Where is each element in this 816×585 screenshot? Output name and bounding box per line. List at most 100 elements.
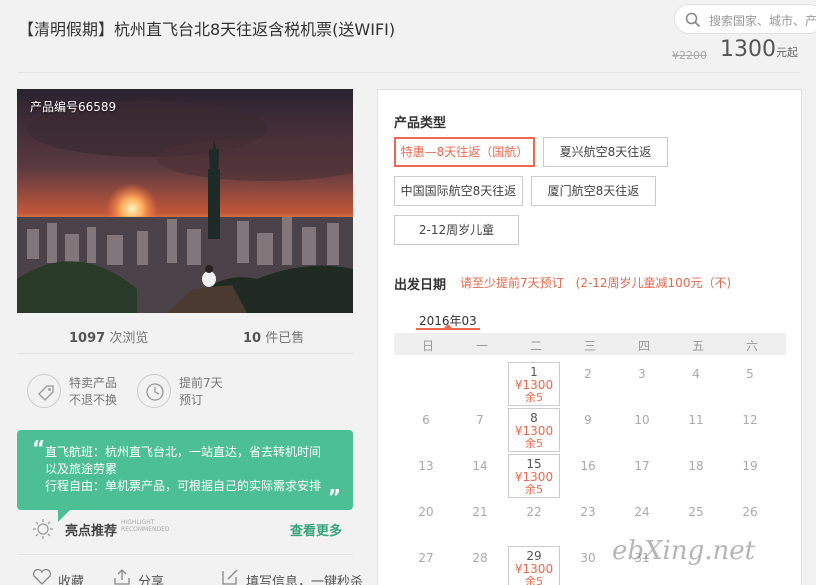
day-number: 11 [688, 413, 704, 427]
price-value: 1300 [720, 37, 776, 62]
calendar-day: 11 [670, 408, 722, 452]
day-number: 21 [472, 505, 488, 519]
bottom-action-bar: 收藏 分享 填写信息，一键秒杀 [30, 567, 363, 585]
tag-icon [27, 374, 61, 408]
page-title: 【清明假期】杭州直飞台北8天往返含税机票(送WIFI) [18, 20, 396, 39]
departure-title: 出发日期 [394, 278, 447, 293]
calendar-day: 4 [670, 362, 722, 406]
views-count: 1097 [69, 331, 106, 346]
day-number: 25 [688, 505, 704, 519]
calendar-day: 20 [400, 500, 452, 544]
product-code: 产品编号66589 [30, 100, 117, 114]
highlight-line: 直飞航班：杭州直飞台北，一站直达，省去转机时间 [45, 445, 322, 459]
product-photo[interactable] [17, 89, 353, 313]
badge-line2: 不退不换 [69, 393, 118, 407]
weekday-label: 日 [421, 339, 434, 353]
day-number: 4 [692, 367, 700, 381]
highlight-section-subtitle: HIGHLIGHT RECOMMENDED [121, 519, 170, 533]
share-button[interactable]: 分享 [138, 571, 164, 585]
edit-icon[interactable] [220, 568, 240, 585]
calendar-day: 21 [454, 500, 506, 544]
price-unit: 元起 [776, 46, 798, 59]
search-icon [685, 12, 701, 28]
calendar-day: 27 [400, 546, 452, 585]
highlight-line: 行程自由：单机票产品，可根据自己的实际需求安排 [45, 479, 322, 493]
day-number: 27 [418, 551, 434, 565]
product-option[interactable]: 厦门航空8天往返 [531, 176, 656, 206]
day-number: 26 [742, 505, 758, 519]
badge-line1: 提前7天 [179, 376, 223, 390]
badge-line1: 特卖产品 [69, 376, 118, 390]
day-number: 16 [580, 459, 596, 473]
day-number: 14 [472, 459, 488, 473]
calendar-day[interactable]: 15 ¥1300 余5 [508, 454, 560, 498]
stats-divider [17, 353, 353, 354]
day-number: 28 [472, 551, 488, 565]
taipei-sunset-image [17, 89, 353, 313]
calendar-day: 18 [670, 454, 722, 498]
calendar-day[interactable]: 8 ¥1300 余5 [508, 408, 560, 452]
section-divider [17, 554, 353, 555]
search-input[interactable]: 搜索国家、城市、产品 [674, 4, 816, 34]
day-number: 5 [746, 367, 754, 381]
highlight-section-header: 亮点推荐 HIGHLIGHT RECOMMENDED 查看更多 [30, 516, 350, 540]
quick-buy-button[interactable]: 填写信息，一键秒杀 [246, 571, 363, 585]
day-number: 7 [476, 413, 484, 427]
sold-stat: 10 件已售 [243, 327, 304, 346]
calendar-day: 7 [454, 408, 506, 452]
calendar-day: 12 [724, 408, 776, 452]
day-number: 30 [580, 551, 596, 565]
calendar-day: 2 [562, 362, 614, 406]
day-remaining: 余5 [525, 483, 543, 496]
favorite-button[interactable]: 收藏 [58, 571, 84, 585]
calendar-day: 10 [616, 408, 668, 452]
day-number: 18 [688, 459, 704, 473]
heart-icon[interactable] [32, 569, 52, 585]
calendar-day: 30 [562, 546, 614, 585]
day-number: 19 [742, 459, 758, 473]
calendar-day[interactable]: 29 ¥1300 余5 [508, 546, 560, 585]
product-option[interactable]: 中国国际航空8天往返 [394, 176, 523, 206]
share-icon[interactable] [112, 568, 132, 585]
weekday-label: 五 [691, 339, 704, 353]
views-label: 次浏览 [109, 331, 149, 346]
weekday-label: 三 [583, 339, 596, 353]
calendar-day: 16 [562, 454, 614, 498]
highlight-line: 以及旅途劳累 [45, 462, 118, 476]
day-number: 24 [634, 505, 650, 519]
current-price: 1300元起 [720, 37, 798, 62]
calendar-day: 28 [454, 546, 506, 585]
month-tab-underline [416, 328, 480, 330]
day-number: 23 [580, 505, 596, 519]
day-number: 22 [526, 505, 542, 519]
original-price: ¥2200 [672, 49, 707, 62]
month-tab-pointer [444, 324, 452, 328]
day-number: 12 [742, 413, 758, 427]
calendar-weekday-header: 日 一 二 三 四 五 六 [394, 333, 786, 355]
product-option[interactable]: 夏兴航空8天往返 [543, 137, 668, 167]
day-number: 17 [634, 459, 650, 473]
calendar-day: 19 [724, 454, 776, 498]
product-option[interactable]: 2-12周岁儿童 [394, 215, 519, 245]
departure-note: 请至少提前7天预订 (2-12周岁儿童减100元（不) [460, 276, 732, 290]
day-number: 6 [422, 413, 430, 427]
product-option-selected[interactable]: 特惠—8天往返（国航） [394, 137, 535, 167]
open-quote-icon: “ [32, 436, 46, 460]
highlight-section-title: 亮点推荐 [65, 524, 118, 539]
calendar-day: 9 [562, 408, 614, 452]
highlight-bubble: “ 直飞航班：杭州直飞台北，一站直达，省去转机时间 以及旅途劳累 行程自由：单机… [17, 430, 353, 510]
calendar-day: 23 [562, 500, 614, 544]
see-more-link[interactable]: 查看更多 [290, 520, 342, 539]
weekday-label: 一 [475, 339, 488, 353]
sold-count: 10 [243, 331, 262, 346]
sun-icon [33, 519, 53, 539]
day-number: 10 [634, 413, 650, 427]
weekday-label: 六 [745, 339, 758, 353]
weekday-label: 二 [529, 339, 542, 353]
day-number: 2 [584, 367, 592, 381]
badge-line2: 预订 [179, 393, 204, 407]
en-line1: HIGHLIGHT [121, 519, 155, 526]
clock-icon [137, 374, 171, 408]
header-divider [18, 72, 800, 73]
calendar-day[interactable]: 1 ¥1300 余5 [508, 362, 560, 406]
